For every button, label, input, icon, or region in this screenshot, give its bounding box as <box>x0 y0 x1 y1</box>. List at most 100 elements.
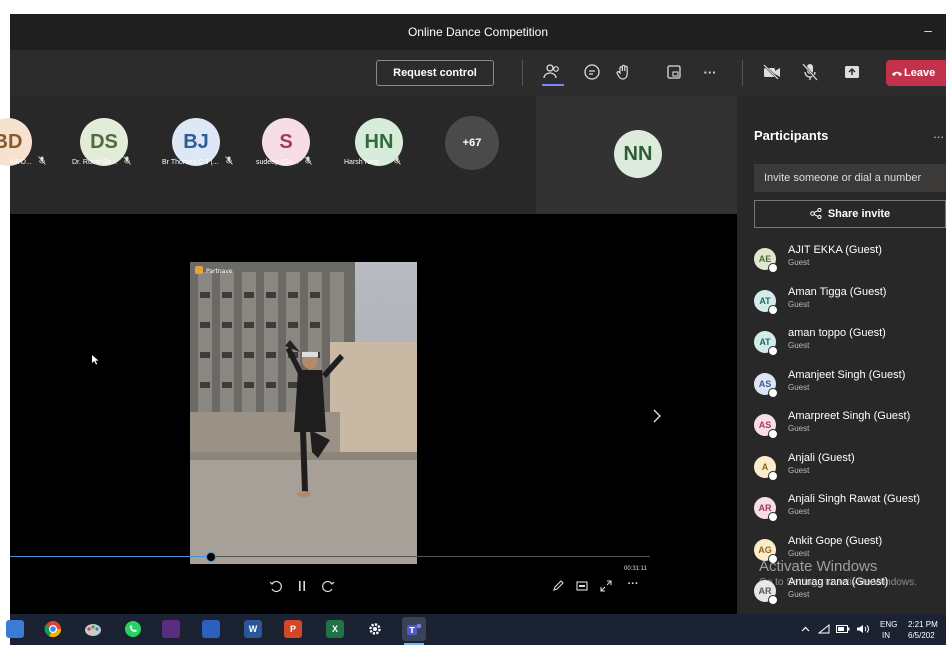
paint-icon[interactable] <box>84 620 102 638</box>
volume-icon[interactable] <box>856 623 870 635</box>
excel-icon[interactable]: X <box>326 620 344 638</box>
people-icon[interactable] <box>542 62 562 82</box>
settings-gear-icon[interactable] <box>366 620 384 638</box>
participant-name: Br Thomas C J (... <box>162 159 219 166</box>
participant-role: Guest <box>788 424 810 433</box>
tray-language[interactable]: ENG <box>880 620 897 629</box>
powerpoint-icon[interactable]: P <box>284 620 302 638</box>
raise-hand-icon[interactable] <box>614 62 634 82</box>
participant-name: sudeep (Gu... <box>256 159 299 166</box>
mic-off-icon <box>123 156 131 165</box>
captions-icon[interactable] <box>574 578 590 594</box>
forward-10-icon[interactable] <box>320 578 336 594</box>
mic-off-icon[interactable] <box>800 62 820 82</box>
participant-name: AJIT EKKA (Guest) <box>788 244 882 256</box>
participant-row[interactable]: AE AJIT EKKA (Guest) Guest <box>754 242 946 280</box>
share-invite-button[interactable]: Share invite <box>754 200 946 228</box>
avatar-label: Dr. Ruchi Sa... <box>72 156 131 166</box>
chevron-up-icon[interactable] <box>800 623 810 635</box>
avatar-label: Br Thomas C J (... <box>162 156 233 166</box>
activate-windows-title: Activate Windows <box>759 558 878 575</box>
tray-region: IN <box>882 631 890 640</box>
mic-off-icon <box>37 156 46 165</box>
participant-row[interactable]: AS Amanjeet Singh (Guest) Guest <box>754 367 946 405</box>
cosmos-app-icon[interactable] <box>162 620 180 638</box>
whatsapp-icon[interactable] <box>124 620 142 638</box>
panel-more-icon[interactable]: ... <box>933 126 944 141</box>
chat-icon[interactable] <box>582 62 602 82</box>
shared-video-stage: Partnave 00:31:11 ··· <box>10 214 737 614</box>
participant-role: Guest <box>788 382 810 392</box>
participant-name: Anjali (Guest) <box>788 451 855 464</box>
participant-name: KA D... <box>10 159 32 166</box>
network-icon[interactable] <box>818 623 830 635</box>
leave-label: Leave <box>904 67 936 79</box>
share-tray-icon[interactable] <box>842 62 862 82</box>
video-progress-track[interactable] <box>210 556 650 557</box>
mic-off-icon <box>392 156 401 165</box>
participant-name: Aman Tigga (Guest) <box>788 285 887 298</box>
video-overlay-text: Partnave <box>206 268 233 275</box>
presence-status-icon <box>768 470 778 481</box>
rooms-icon[interactable] <box>664 62 684 82</box>
presence-status-icon <box>768 304 778 315</box>
participant-role: Guest <box>788 258 810 267</box>
word-icon[interactable]: W <box>244 620 262 638</box>
window-title: Online Dance Competition <box>407 25 549 39</box>
participant-name: Dr. Ruchi Sa... <box>72 159 118 166</box>
participant-role: Guest <box>788 465 810 475</box>
presence-status-icon <box>768 346 778 356</box>
people-active-indicator <box>542 84 564 86</box>
share-icon <box>810 207 822 220</box>
participant-role: Guest <box>788 299 810 309</box>
pencil-icon[interactable] <box>550 578 566 594</box>
avatar: NN <box>614 130 662 178</box>
presence-status-icon <box>768 595 778 605</box>
leave-button[interactable]: Leave <box>886 60 946 86</box>
avatar-label: Harsh Negi ... <box>344 156 401 166</box>
featured-participant-tile[interactable]: NN <box>536 96 737 214</box>
rewind-10-icon[interactable] <box>268 578 284 594</box>
video-time: 00:31:11 <box>624 566 647 572</box>
participant-name: Amarpreet Singh (Guest) <box>788 410 911 422</box>
video-progress-handle[interactable] <box>206 552 216 562</box>
participant-row[interactable]: AS Amarpreet Singh (Guest) Guest <box>754 408 946 446</box>
participant-role: Guest <box>788 341 810 350</box>
request-control-button[interactable]: Request control <box>376 60 494 86</box>
video-progress-played <box>10 556 210 557</box>
pause-icon[interactable] <box>294 578 310 594</box>
participant-row[interactable]: AT Aman Tigga (Guest) Guest <box>754 284 946 322</box>
mouse-cursor-icon <box>92 352 100 370</box>
file-explorer-icon[interactable] <box>6 620 24 638</box>
avatar-label: sudeep (Gu... <box>256 156 313 166</box>
fullscreen-icon[interactable] <box>598 578 614 594</box>
participant-role: Guest <box>788 590 810 599</box>
chrome-icon[interactable] <box>44 620 62 638</box>
activate-windows-subtitle: Go to Settings to activate Windows. <box>759 577 917 588</box>
dance-video[interactable]: Partnave <box>190 262 417 564</box>
participant-name: Amanjeet Singh (Guest) <box>788 368 906 381</box>
meeting-toolbar: Request control ··· Leave <box>10 50 946 96</box>
teams-icon[interactable]: T <box>402 617 426 641</box>
participant-row[interactable]: A Anjali (Guest) Guest <box>754 450 946 488</box>
camera-off-icon[interactable] <box>762 62 782 82</box>
avatar-label: KA D... <box>10 156 46 166</box>
share-invite-label: Share invite <box>827 208 891 220</box>
invite-input[interactable] <box>754 164 946 192</box>
toolbar-divider <box>742 60 743 86</box>
battery-icon[interactable] <box>836 623 850 635</box>
participant-strip: BD KA D... DS Dr. Ruchi Sa... BJ Br Thomas C … <box>0 96 737 214</box>
slideshow-app-icon[interactable] <box>202 620 220 638</box>
participant-name: Ankit Gope (Guest) <box>788 534 883 547</box>
tray-time[interactable]: 2:21 PM <box>908 620 938 629</box>
participant-row[interactable]: AT aman toppo (Guest) Guest <box>754 325 946 363</box>
toolbar-divider <box>522 60 523 86</box>
avatar[interactable]: +67 <box>445 116 499 170</box>
windows-taskbar: W P X T ENG IN 2:21 PM 6/5/202 <box>6 614 946 645</box>
chevron-right-icon[interactable] <box>650 404 664 428</box>
participant-role: Guest <box>788 507 810 516</box>
minimize-button[interactable]: – <box>924 22 932 38</box>
participant-row[interactable]: AR Anjali Singh Rawat (Guest) Guest <box>754 491 946 529</box>
more-icon[interactable]: ··· <box>700 62 720 82</box>
video-more-icon[interactable]: ··· <box>624 576 642 592</box>
